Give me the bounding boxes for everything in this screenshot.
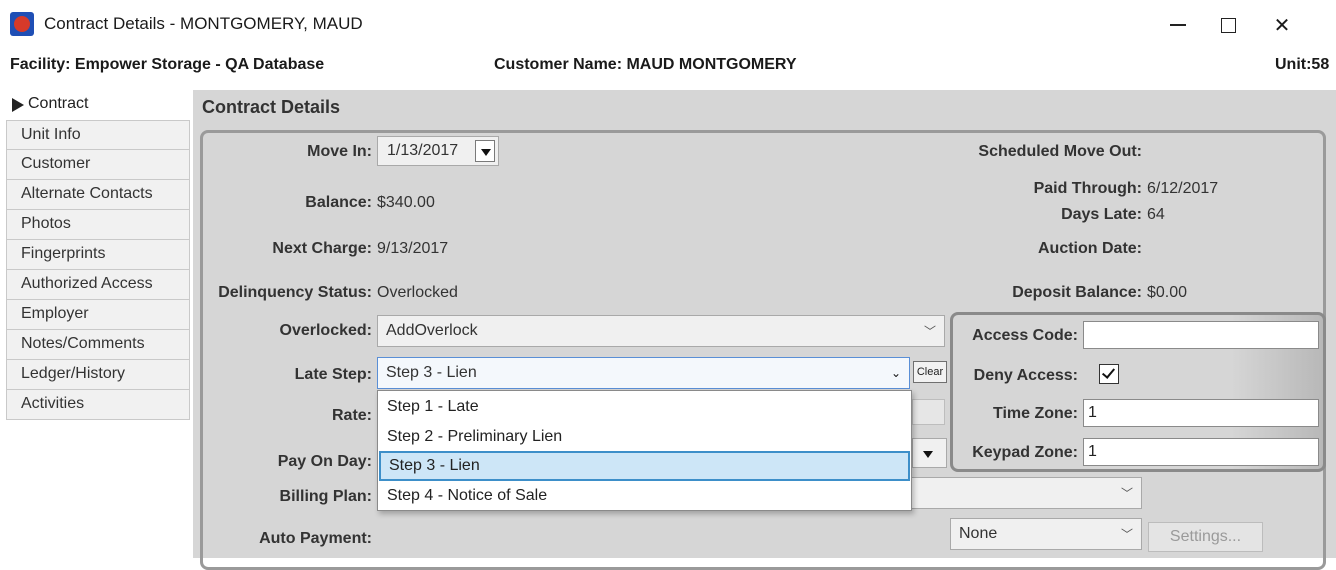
pay-on-day-label: Pay On Day:	[277, 453, 372, 470]
late-step-option-selected[interactable]: Step 3 - Lien	[379, 451, 910, 481]
minimize-button[interactable]	[1158, 8, 1198, 42]
sidebar-item-label: Fingerprints	[21, 245, 106, 262]
move-in-value: 1/13/2017	[387, 142, 459, 159]
date-dropdown-button[interactable]	[475, 140, 495, 162]
auction-date-label: Auction Date:	[1038, 240, 1142, 257]
days-late-label: Days Late:	[1061, 206, 1142, 223]
access-code-label: Access Code:	[972, 327, 1078, 344]
overlocked-value: AddOverlock	[386, 322, 478, 339]
deposit-balance-value: $0.00	[1147, 284, 1188, 301]
sidebar-item-ledger-history[interactable]: Ledger/History	[6, 360, 190, 390]
days-late-value: 64	[1147, 206, 1165, 223]
rate-label: Rate:	[331, 407, 372, 424]
sidebar-item-alternate-contacts[interactable]: Alternate Contacts	[6, 180, 190, 210]
chevron-down-icon: ﹀	[923, 324, 936, 339]
sidebar-item-authorized-access[interactable]: Authorized Access	[6, 270, 190, 300]
chevron-down-icon: ⌄	[890, 366, 901, 380]
checkmark-icon	[1101, 365, 1116, 379]
sidebar-item-label: Authorized Access	[21, 275, 153, 292]
billing-plan-select[interactable]: ﹀	[912, 477, 1142, 509]
close-icon: ✕	[1273, 14, 1291, 37]
next-charge-label: Next Charge:	[272, 240, 372, 257]
sidebar-item-photos[interactable]: Photos	[6, 210, 190, 240]
maximize-icon	[1220, 17, 1236, 33]
sidebar-item-activities[interactable]: Activities	[6, 390, 190, 420]
deny-access-label: Deny Access:	[973, 367, 1078, 384]
scheduled-move-out-label: Scheduled Move Out:	[978, 143, 1142, 160]
next-charge-value: 9/13/2017	[377, 240, 449, 257]
late-step-dropdown-list: Step 1 - Late Step 2 - Preliminary Lien …	[377, 390, 912, 511]
late-step-select[interactable]: Step 3 - Lien ⌄	[377, 357, 910, 389]
sidebar-item-customer[interactable]: Customer	[6, 150, 190, 180]
balance-value: $340.00	[377, 194, 435, 211]
time-zone-label: Time Zone:	[992, 405, 1078, 422]
customer-name-label: Customer Name: MAUD MONTGOMERY	[494, 56, 797, 73]
auto-payment-value: None	[959, 525, 998, 542]
close-button[interactable]: ✕	[1262, 8, 1302, 42]
sidebar-item-unit-info[interactable]: Unit Info	[6, 120, 190, 150]
sidebar-nav: Contract Unit Info Customer Alternate Co…	[6, 90, 190, 420]
delinquency-status-label: Delinquency Status:	[218, 284, 372, 301]
late-step-option[interactable]: Step 2 - Preliminary Lien	[379, 422, 910, 452]
keypad-zone-input[interactable]	[1083, 438, 1319, 466]
paid-through-value: 6/12/2017	[1147, 180, 1219, 197]
sidebar-item-label: Customer	[21, 155, 91, 172]
sidebar-item-label: Photos	[21, 215, 71, 232]
rate-field[interactable]	[912, 399, 945, 425]
move-in-date-picker[interactable]: 1/13/2017	[377, 136, 499, 166]
settings-button[interactable]: Settings...	[1148, 522, 1263, 552]
sidebar-item-notes-comments[interactable]: Notes/Comments	[6, 330, 190, 360]
sidebar-item-label: Alternate Contacts	[21, 185, 153, 202]
auto-payment-label: Auto Payment:	[259, 530, 372, 547]
window-title: Contract Details - MONTGOMERY, MAUD	[44, 14, 363, 33]
chevron-down-icon: ﹀	[1120, 527, 1133, 542]
minimize-icon	[1170, 24, 1186, 26]
time-zone-input[interactable]	[1083, 399, 1319, 427]
keypad-zone-label: Keypad Zone:	[972, 444, 1078, 461]
sidebar-item-label: Employer	[21, 305, 89, 322]
sidebar-item-contract[interactable]: Contract	[6, 90, 190, 120]
billing-plan-label: Billing Plan:	[279, 488, 372, 505]
late-step-value: Step 3 - Lien	[386, 364, 477, 381]
sidebar-item-label: Activities	[21, 395, 85, 412]
sidebar-item-fingerprints[interactable]: Fingerprints	[6, 240, 190, 270]
late-step-option[interactable]: Step 4 - Notice of Sale	[379, 481, 910, 511]
overlocked-select[interactable]: AddOverlock ﹀	[377, 315, 945, 347]
pay-on-day-select[interactable]	[912, 438, 947, 468]
paid-through-label: Paid Through:	[1033, 180, 1142, 197]
chevron-down-icon: ﹀	[1120, 486, 1133, 501]
access-code-input[interactable]	[1083, 321, 1319, 349]
sidebar-item-label: Contract	[28, 95, 89, 112]
balance-label: Balance:	[305, 194, 372, 211]
chevron-down-icon	[923, 451, 933, 458]
maximize-button[interactable]	[1208, 8, 1248, 42]
facility-label: Facility: Empower Storage - QA Database	[10, 56, 325, 73]
move-in-label: Move In:	[307, 143, 372, 160]
late-step-option[interactable]: Step 1 - Late	[379, 392, 910, 422]
late-step-label: Late Step:	[294, 366, 372, 383]
unit-label: Unit:58	[1275, 56, 1330, 73]
sidebar-item-label: Unit Info	[21, 126, 81, 143]
app-logo-icon	[10, 12, 34, 36]
active-triangle-icon	[12, 98, 24, 112]
deposit-balance-label: Deposit Balance:	[1012, 284, 1142, 301]
overlocked-label: Overlocked:	[279, 322, 372, 339]
chevron-down-icon	[481, 149, 491, 156]
sidebar-item-employer[interactable]: Employer	[6, 300, 190, 330]
sidebar-item-label: Ledger/History	[21, 365, 126, 382]
auto-payment-select[interactable]: None ﹀	[950, 518, 1142, 550]
delinquency-status-value: Overlocked	[377, 284, 458, 301]
clear-late-step-button[interactable]: Clear	[913, 361, 947, 383]
sidebar-item-label: Notes/Comments	[21, 335, 145, 352]
page-title: Contract Details	[202, 97, 341, 117]
deny-access-checkbox[interactable]	[1099, 364, 1119, 384]
